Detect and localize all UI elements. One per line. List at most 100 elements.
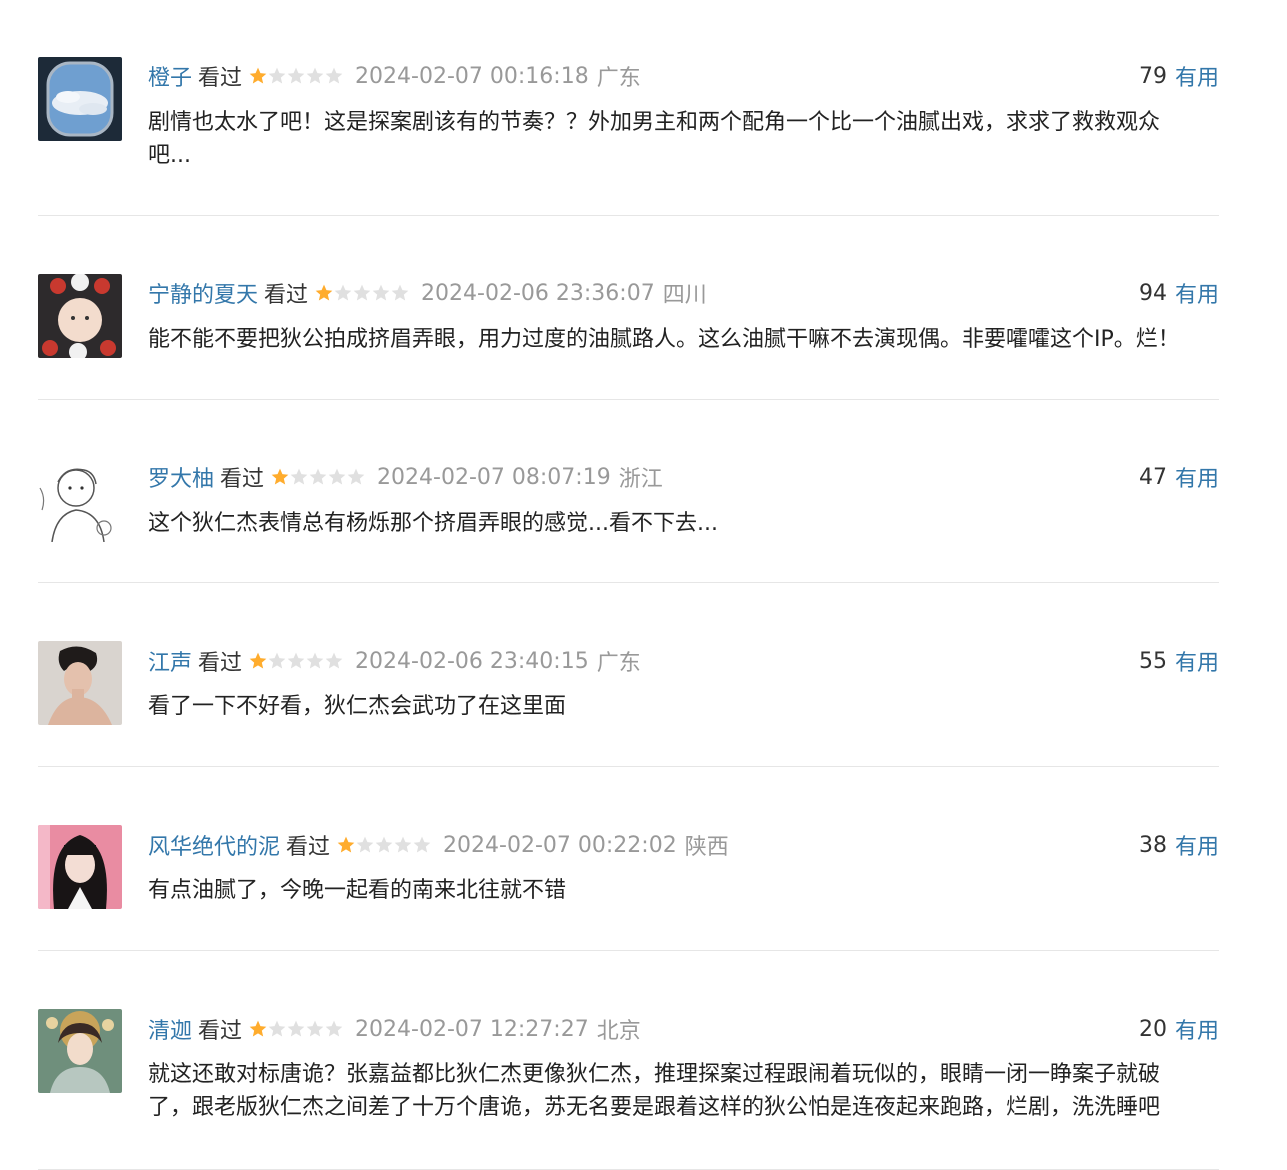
- star-icon: [268, 652, 286, 669]
- user-name[interactable]: 清迦: [148, 1013, 192, 1045]
- user-name[interactable]: 风华绝代的泥: [148, 829, 280, 861]
- user-name[interactable]: 江声: [148, 645, 192, 677]
- rating-stars: [248, 651, 343, 671]
- comment-text: 这个狄仁杰表情总有杨烁那个挤眉弄眼的感觉...看不下去...: [148, 511, 718, 536]
- star-icon: [268, 67, 286, 84]
- vote-area: 47 有用: [1138, 461, 1219, 493]
- watch-status: 看过: [220, 467, 265, 492]
- comment-item: 罗大柚 看过 2024-02-07 08:07:19 浙江 47 有用 这个狄仁…: [38, 400, 1219, 583]
- comment-list: 橙子 看过 2024-02-07 00:16:18 广东 79 有用 剧情也太水…: [38, 0, 1219, 1170]
- star-icon: [249, 67, 267, 84]
- vote-count: 38: [1138, 832, 1167, 858]
- star-icon: [394, 836, 412, 853]
- vote-area: 20 有用: [1138, 1013, 1219, 1045]
- star-icon: [249, 1020, 267, 1037]
- comment-location: 北京: [596, 1019, 641, 1044]
- comment-item: 宁静的夏天 看过 2024-02-06 23:36:07 四川 94 有用 能不…: [38, 216, 1219, 400]
- user-avatar[interactable]: [38, 274, 122, 358]
- comment-time: 2024-02-07 00:16:18: [355, 63, 589, 89]
- flower-crown-girl-avatar: [38, 274, 122, 358]
- watch-status: 看过: [264, 283, 309, 308]
- star-icon: [306, 652, 324, 669]
- comment-item: 风华绝代的泥 看过 2024-02-07 00:22:02 陕西 38 有用 有…: [38, 767, 1219, 951]
- useful-button[interactable]: 有用: [1175, 277, 1219, 309]
- user-name[interactable]: 橙子: [148, 60, 192, 92]
- star-icon: [334, 284, 352, 301]
- comment-time: 2024-02-07 00:22:02: [443, 832, 677, 858]
- useful-button[interactable]: 有用: [1175, 645, 1219, 677]
- comment-item: 清迦 看过 2024-02-07 12:27:27 北京 20 有用 就这还敢对…: [38, 951, 1219, 1170]
- star-icon: [290, 468, 308, 485]
- useful-button[interactable]: 有用: [1175, 461, 1219, 493]
- vote-area: 38 有用: [1138, 829, 1219, 861]
- comment-location: 四川: [662, 283, 707, 308]
- comment-location: 浙江: [618, 467, 663, 492]
- watch-status: 看过: [198, 651, 243, 676]
- comment-text: 看了一下不好看，狄仁杰会武功了在这里面: [148, 694, 567, 719]
- vote-count: 20: [1138, 1016, 1167, 1042]
- star-icon: [372, 284, 390, 301]
- user-name[interactable]: 罗大柚: [148, 461, 214, 493]
- star-icon: [353, 284, 371, 301]
- watch-status: 看过: [198, 66, 243, 91]
- watch-status: 看过: [286, 835, 331, 860]
- star-icon: [309, 468, 327, 485]
- star-icon: [325, 67, 343, 84]
- star-icon: [325, 1020, 343, 1037]
- rating-stars: [336, 835, 431, 855]
- user-avatar[interactable]: [38, 641, 122, 725]
- rating-stars: [314, 283, 409, 303]
- star-icon: [375, 836, 393, 853]
- star-icon: [306, 1020, 324, 1037]
- comment-time: 2024-02-06 23:40:15: [355, 648, 589, 674]
- vote-area: 79 有用: [1138, 60, 1219, 92]
- user-avatar[interactable]: [38, 825, 122, 909]
- sky-airplane-window-avatar: [38, 57, 122, 141]
- rating-stars: [248, 66, 343, 86]
- vote-area: 55 有用: [1138, 645, 1219, 677]
- comment-time: 2024-02-06 23:36:07: [421, 280, 655, 306]
- comment-location: 广东: [596, 66, 641, 91]
- vote-count: 79: [1138, 63, 1167, 89]
- star-icon: [328, 468, 346, 485]
- comment-text: 剧情也太水了吧！这是探案剧该有的节奏？？外加男主和两个配角一个比一个油腻出戏，求…: [148, 110, 1161, 168]
- vote-area: 94 有用: [1139, 277, 1219, 309]
- comment-text: 能不能不要把狄公拍成挤眉弄眼，用力过度的油腻路人。这么油腻干嘛不去演现偶。非要嚯…: [148, 327, 1180, 352]
- star-icon: [287, 1020, 305, 1037]
- star-icon: [325, 652, 343, 669]
- rating-stars: [248, 1019, 343, 1039]
- dark-hair-girl-avatar: [38, 825, 122, 909]
- star-icon: [391, 284, 409, 301]
- vote-count: 55: [1138, 648, 1167, 674]
- portrait-photo-avatar: [38, 641, 122, 725]
- comment-item: 橙子 看过 2024-02-07 00:16:18 广东 79 有用 剧情也太水…: [38, 0, 1219, 216]
- illustrated-girl-avatar: [38, 1009, 122, 1093]
- comment-text: 就这还敢对标唐诡？张嘉益都比狄仁杰更像狄仁杰，推理探案过程跟闹着玩似的，眼睛一闭…: [148, 1062, 1161, 1120]
- useful-button[interactable]: 有用: [1175, 60, 1219, 92]
- star-icon: [306, 67, 324, 84]
- star-icon: [287, 67, 305, 84]
- comment-item: 江声 看过 2024-02-06 23:40:15 广东 55 有用 看了一下不…: [38, 583, 1219, 767]
- star-icon: [268, 1020, 286, 1037]
- useful-button[interactable]: 有用: [1175, 829, 1219, 861]
- star-icon: [347, 468, 365, 485]
- star-icon: [271, 468, 289, 485]
- comment-text: 有点油腻了，今晚一起看的南来北往就不错: [148, 878, 567, 903]
- vote-count: 47: [1138, 464, 1167, 490]
- comment-location: 广东: [596, 651, 641, 676]
- user-name[interactable]: 宁静的夏天: [148, 277, 258, 309]
- rating-stars: [270, 467, 365, 487]
- star-icon: [249, 652, 267, 669]
- star-icon: [315, 284, 333, 301]
- watch-status: 看过: [198, 1019, 243, 1044]
- star-icon: [413, 836, 431, 853]
- user-avatar[interactable]: [38, 458, 122, 542]
- sketch-boy-avatar: [38, 458, 122, 542]
- useful-button[interactable]: 有用: [1175, 1013, 1219, 1045]
- comment-time: 2024-02-07 08:07:19: [377, 464, 611, 490]
- comment-location: 陕西: [684, 835, 729, 860]
- comment-time: 2024-02-07 12:27:27: [355, 1016, 589, 1042]
- user-avatar[interactable]: [38, 57, 122, 141]
- user-avatar[interactable]: [38, 1009, 122, 1093]
- star-icon: [337, 836, 355, 853]
